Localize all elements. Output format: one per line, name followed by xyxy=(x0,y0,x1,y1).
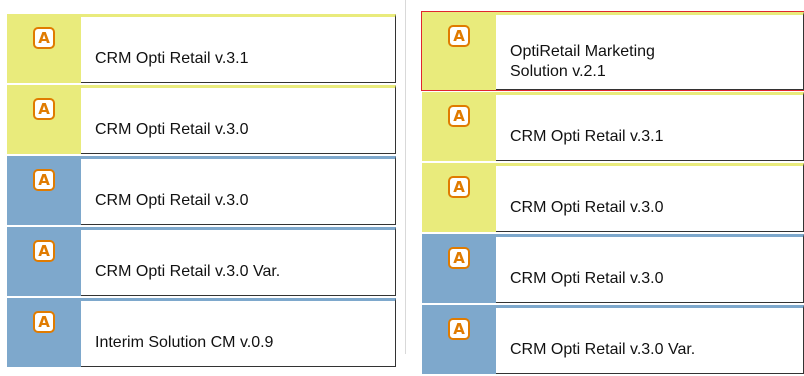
app-a-icon: A xyxy=(448,176,470,198)
app-tile[interactable]: A CRM Opti Retail v.3.1 xyxy=(7,14,396,83)
app-tile[interactable]: A CRM Opti Retail v.3.0 xyxy=(422,163,804,232)
app-tile-label: CRM Opti Retail v.3.0 xyxy=(510,270,664,287)
app-tile[interactable]: A CRM Opti Retail v.3.0 Var. xyxy=(7,227,396,296)
app-tile[interactable]: A CRM Opti Retail v.3.0 xyxy=(7,156,396,225)
app-tile-selected[interactable]: A OptiRetail Marketing Solution v.2.1 xyxy=(421,11,804,91)
app-tile-label: CRM Opti Retail v.3.0 xyxy=(95,192,249,209)
app-list-right: A OptiRetail Marketing Solution v.2.1 A … xyxy=(421,11,804,376)
app-tile-label: CRM Opti Retail v.3.0 Var. xyxy=(510,341,696,358)
app-tile-label: CRM Opti Retail v.3.1 xyxy=(95,50,249,67)
app-list-left: A CRM Opti Retail v.3.1 A CRM Opti Retai… xyxy=(7,14,396,369)
app-a-icon: A xyxy=(33,169,55,191)
app-a-icon: A xyxy=(448,318,470,340)
app-tile[interactable]: A CRM Opti Retail v.3.0 xyxy=(422,234,804,303)
app-tile[interactable]: A CRM Opti Retail v.3.0 xyxy=(7,85,396,154)
app-tile-label: Interim Solution CM v.0.9 xyxy=(95,334,274,351)
app-a-icon: A xyxy=(448,247,470,269)
app-tile-label: CRM Opti Retail v.3.0 xyxy=(510,199,664,216)
app-tile-label: OptiRetail Marketing Solution v.2.1 xyxy=(510,43,655,80)
app-tile[interactable]: A CRM Opti Retail v.3.1 xyxy=(422,92,804,161)
app-tile[interactable]: A Interim Solution CM v.0.9 xyxy=(7,298,396,367)
app-a-icon: A xyxy=(33,311,55,333)
column-divider xyxy=(405,0,406,354)
app-a-icon: A xyxy=(448,105,470,127)
app-a-icon: A xyxy=(33,27,55,49)
app-tile[interactable]: A CRM Opti Retail v.3.0 Var. xyxy=(422,305,804,374)
app-a-icon: A xyxy=(33,240,55,262)
app-a-icon: A xyxy=(448,25,470,47)
app-a-icon: A xyxy=(33,98,55,120)
app-tile-label: CRM Opti Retail v.3.1 xyxy=(510,128,664,145)
app-tile-label: CRM Opti Retail v.3.0 Var. xyxy=(95,263,281,280)
app-tile-label: CRM Opti Retail v.3.0 xyxy=(95,121,249,138)
